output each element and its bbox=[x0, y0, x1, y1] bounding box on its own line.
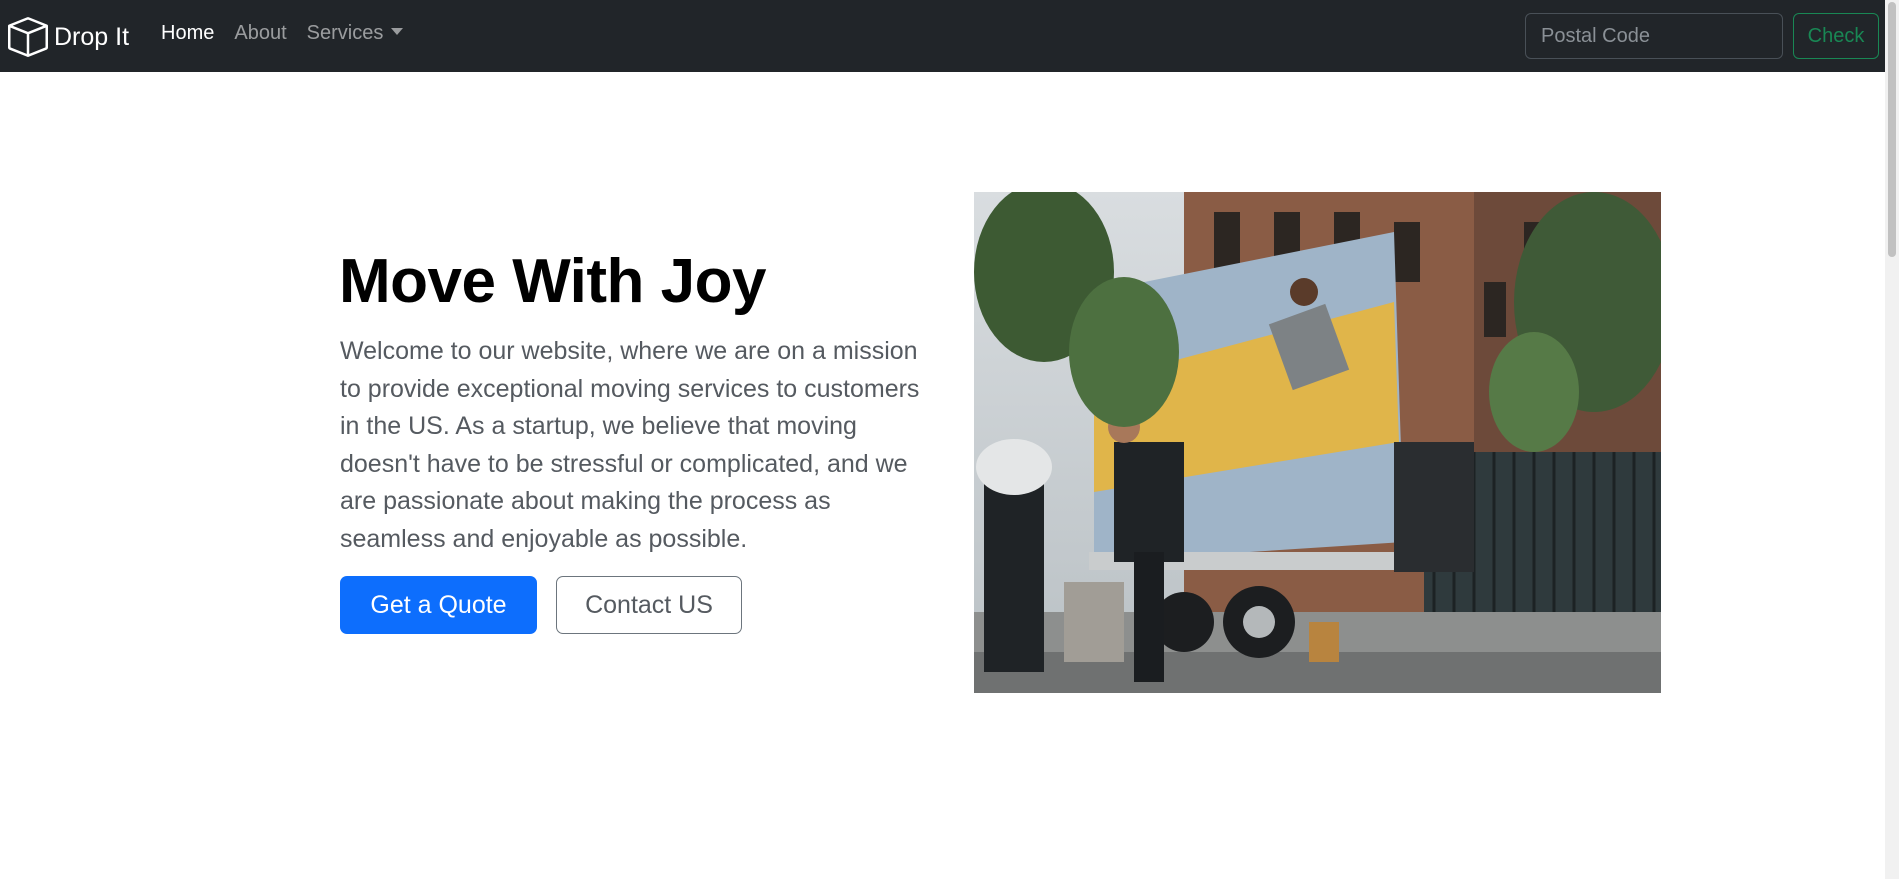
box-icon bbox=[8, 17, 48, 57]
brand-name: Drop It bbox=[54, 22, 130, 51]
caret-down-icon bbox=[391, 28, 404, 36]
hero-description: Welcome to our website, where we are on … bbox=[340, 337, 920, 553]
postal-code-input[interactable] bbox=[1525, 13, 1783, 59]
page-scrollbar[interactable] bbox=[1885, 0, 1899, 879]
get-quote-button[interactable]: Get a Quote bbox=[340, 576, 537, 634]
contact-us-button[interactable]: Contact US bbox=[556, 576, 742, 634]
page: Drop It Home About Services Check Move W… bbox=[0, 0, 1899, 879]
hero-title: Move With Joy bbox=[339, 247, 767, 316]
nav-dropdown-services[interactable]: Services bbox=[307, 22, 404, 45]
navbar: Drop It Home About Services Check bbox=[0, 0, 1899, 72]
nav-links: Home About Services bbox=[161, 22, 423, 45]
scrollbar-thumb[interactable] bbox=[1888, 2, 1896, 257]
nav-link-home[interactable]: Home bbox=[161, 22, 214, 45]
nav-link-services-label: Services bbox=[306, 22, 384, 44]
postal-code-form: Check bbox=[1525, 13, 1879, 59]
check-button[interactable]: Check bbox=[1793, 13, 1879, 59]
hero-image bbox=[974, 192, 1661, 693]
brand-link[interactable]: Drop It bbox=[8, 17, 129, 57]
nav-link-about[interactable]: About bbox=[234, 22, 286, 45]
